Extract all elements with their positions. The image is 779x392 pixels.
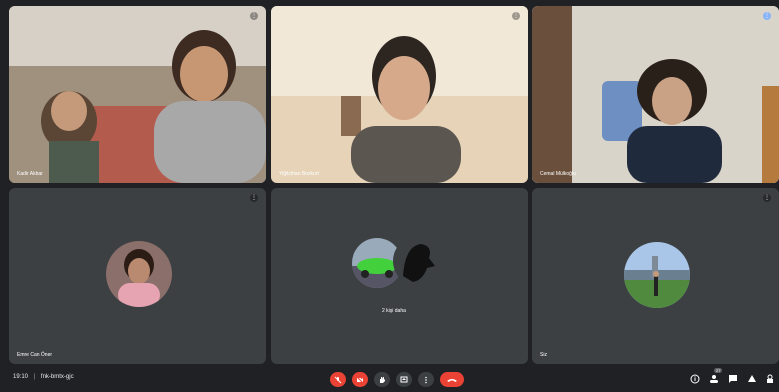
participant-name: Yiğitcihan Bozkurt xyxy=(279,171,319,177)
camera-toggle-button[interactable] xyxy=(352,372,368,387)
participant-tile-1[interactable]: Kadir Akbar ⋮ xyxy=(9,6,266,183)
present-screen-button[interactable] xyxy=(396,372,412,387)
mic-toggle-button[interactable] xyxy=(330,372,346,387)
host-controls-button[interactable] xyxy=(764,373,776,385)
participant-name: Cemal Mülkoğlu xyxy=(540,171,576,177)
activities-button[interactable] xyxy=(746,373,758,385)
participant-tile-3[interactable]: Cemal Mülkoğlu ⋮ xyxy=(532,6,779,183)
more-vertical-icon xyxy=(425,376,427,383)
self-tile[interactable]: Siz ⋮ xyxy=(532,188,779,364)
people-icon xyxy=(710,375,718,383)
meeting-details-button[interactable] xyxy=(689,373,701,385)
participant-avatar xyxy=(106,241,172,307)
raise-hand-button[interactable] xyxy=(374,372,390,387)
others-count-label: 2 kişi daha xyxy=(382,308,406,314)
more-options-icon[interactable]: ⋮ xyxy=(763,194,771,202)
participant-name: Siz xyxy=(540,352,547,358)
more-options-icon[interactable]: ⋮ xyxy=(763,12,771,20)
self-avatar xyxy=(624,242,690,308)
more-options-icon[interactable]: ⋮ xyxy=(512,12,520,20)
participant-name: Kadir Akbar xyxy=(17,171,43,177)
more-options-button[interactable] xyxy=(418,372,434,387)
shapes-icon xyxy=(748,375,756,382)
hand-icon xyxy=(380,376,385,383)
participant-tile-4[interactable]: Emre Can Öner ⋮ xyxy=(9,188,266,364)
participant-count-badge: 27 xyxy=(714,368,723,373)
leave-call-button[interactable] xyxy=(440,372,464,387)
chat-button[interactable] xyxy=(727,373,739,385)
hang-up-icon xyxy=(447,378,457,382)
more-options-icon[interactable]: ⋮ xyxy=(250,194,258,202)
participant-video-3 xyxy=(532,6,779,183)
others-tile[interactable]: 2 kişi daha xyxy=(271,188,528,364)
camera-off-icon xyxy=(356,376,364,383)
meeting-code[interactable]: fnk-bmtx-gjc xyxy=(41,374,74,380)
participant-video-1 xyxy=(9,6,266,183)
chat-icon xyxy=(729,375,737,383)
meeting-time: 19:10 xyxy=(13,374,29,380)
present-icon xyxy=(400,376,408,382)
mic-off-icon xyxy=(334,376,342,383)
lock-person-icon xyxy=(767,374,773,383)
people-button[interactable]: 27 xyxy=(708,368,723,385)
more-options-icon[interactable]: ⋮ xyxy=(250,12,258,20)
participant-video-2 xyxy=(271,6,528,183)
meeting-info: 19:10 | fnk-bmtx-gjc xyxy=(13,374,74,380)
participant-avatar xyxy=(393,236,443,286)
control-bar: 19:10 | fnk-bmtx-gjc 27 xyxy=(0,366,779,392)
participant-name: Emre Can Öner xyxy=(17,352,53,358)
meeting-separator: | xyxy=(33,374,36,380)
info-icon xyxy=(690,374,700,384)
participant-tile-2[interactable]: Yiğitcihan Bozkurt ⋮ xyxy=(271,6,528,183)
